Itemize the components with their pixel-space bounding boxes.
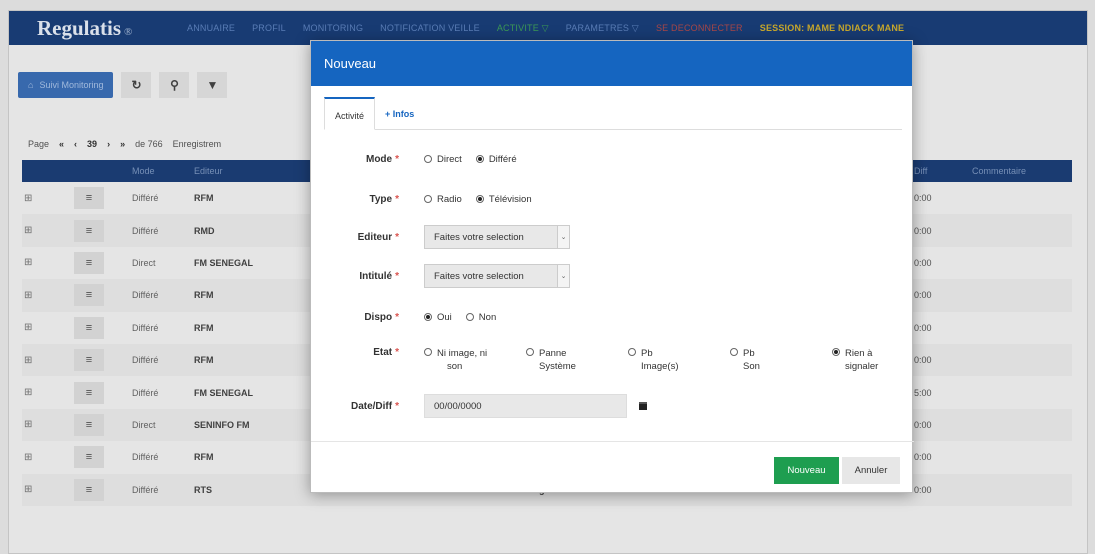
etat-row: Etat * Ni image, ni son Panne Système Pb Ima… bbox=[311, 347, 914, 375]
nouveau-button[interactable]: Nouveau bbox=[774, 457, 839, 484]
dispo-row: Dispo * Oui Non bbox=[311, 309, 914, 325]
etat-radio-group: Ni image, ni son Panne Système Pb Image(s) … bbox=[424, 347, 934, 373]
radio-icon bbox=[424, 194, 432, 203]
type-television-radio[interactable]: Télévision bbox=[475, 194, 532, 205]
tab-activite[interactable]: Activité bbox=[324, 97, 376, 130]
modal-header: Nouveau bbox=[311, 41, 912, 86]
type-label: Type * bbox=[369, 193, 399, 205]
etat-ni-image-ni-son-radio[interactable]: Ni image, ni son bbox=[424, 347, 526, 373]
radio-selected-icon bbox=[424, 312, 432, 321]
editeur-label: Editeur * bbox=[357, 231, 399, 243]
modal-footer-divider bbox=[311, 441, 914, 442]
date-diff-label: Date/Diff * bbox=[350, 400, 399, 412]
dispo-oui-radio[interactable]: Oui bbox=[424, 312, 452, 323]
intitule-row: Intitulé * Faites votre selection ⌄ bbox=[311, 263, 914, 289]
type-radio-group: Radio Télévision bbox=[424, 194, 532, 205]
etat-rien-a-signaler-radio[interactable]: Rien à signaler bbox=[832, 347, 934, 373]
type-radio-radio[interactable]: Radio bbox=[424, 194, 462, 205]
editeur-row: Editeur * Faites votre selection ⌄ bbox=[311, 224, 914, 250]
radio-icon bbox=[465, 312, 474, 321]
mode-differe-radio[interactable]: Différé bbox=[475, 154, 517, 165]
modal-tabs: Activité + Infos bbox=[324, 97, 902, 130]
calendar-icon bbox=[639, 402, 647, 410]
radio-icon bbox=[526, 348, 534, 356]
radio-selected-icon bbox=[475, 194, 484, 203]
editeur-control: Faites votre selection ⌄ bbox=[424, 225, 570, 249]
new-activity-modal: Nouveau Activité + Infos Mode * Direct Di… bbox=[310, 40, 914, 493]
chevron-down-icon: ⌄ bbox=[557, 265, 569, 287]
tab-infos[interactable]: + Infos bbox=[375, 97, 424, 130]
etat-pb-images-radio[interactable]: Pb Image(s) bbox=[628, 347, 730, 373]
intitule-select[interactable]: Faites votre selection ⌄ bbox=[424, 264, 570, 288]
dispo-non-radio[interactable]: Non bbox=[465, 312, 496, 323]
radio-selected-icon bbox=[475, 154, 484, 163]
mode-radio-group: Direct Différé bbox=[424, 154, 517, 165]
etat-panne-systeme-radio[interactable]: Panne Système bbox=[526, 347, 628, 373]
type-row: Type * Radio Télévision bbox=[311, 191, 914, 207]
radio-icon bbox=[628, 348, 636, 356]
dispo-radio-group: Oui Non bbox=[424, 312, 496, 323]
mode-direct-radio[interactable]: Direct bbox=[424, 154, 462, 165]
intitule-control: Faites votre selection ⌄ bbox=[424, 264, 570, 288]
date-diff-row: Date/Diff * 00/00/0000 bbox=[311, 393, 914, 419]
annuler-button[interactable]: Annuler bbox=[842, 457, 900, 484]
radio-icon bbox=[730, 348, 738, 356]
editeur-select[interactable]: Faites votre selection ⌄ bbox=[424, 225, 570, 249]
date-diff-input[interactable]: 00/00/0000 bbox=[424, 394, 627, 418]
chevron-down-icon: ⌄ bbox=[557, 226, 569, 248]
radio-selected-icon bbox=[832, 348, 840, 356]
mode-label: Mode * bbox=[365, 153, 399, 165]
calendar-button[interactable] bbox=[635, 394, 651, 418]
radio-icon bbox=[424, 154, 432, 163]
etat-pb-son-radio[interactable]: Pb Son bbox=[730, 347, 832, 373]
modal-title: Nouveau bbox=[324, 56, 377, 71]
intitule-label: Intitulé * bbox=[359, 270, 399, 282]
radio-icon bbox=[424, 348, 432, 356]
mode-row: Mode * Direct Différé bbox=[311, 151, 914, 167]
etat-label: Etat * bbox=[373, 347, 399, 358]
date-diff-control: 00/00/0000 bbox=[424, 394, 651, 418]
dispo-label: Dispo * bbox=[364, 311, 399, 323]
